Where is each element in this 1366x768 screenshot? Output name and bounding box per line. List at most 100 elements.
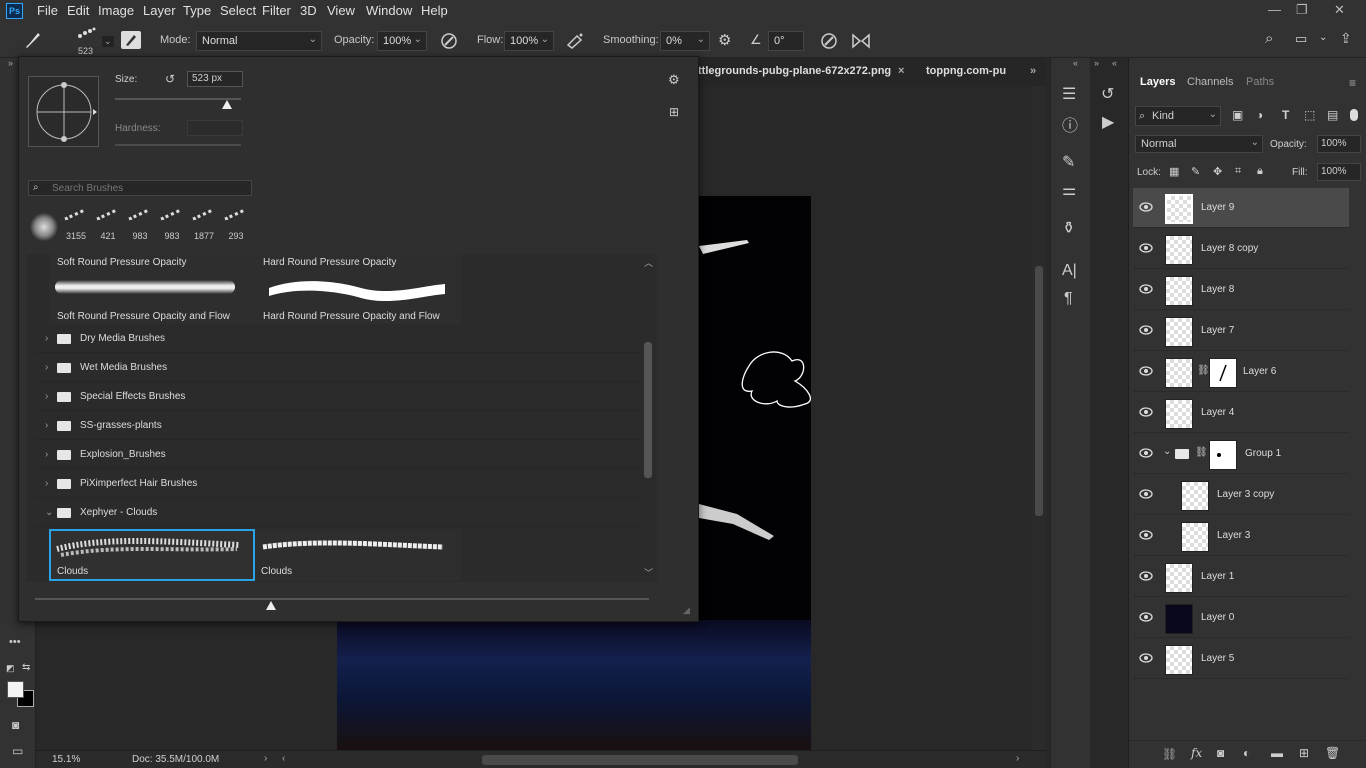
- swap-colors-icon[interactable]: ⇆: [22, 662, 30, 673]
- menu-type[interactable]: Type: [183, 3, 211, 18]
- chevron-down-icon[interactable]: ⌄: [1163, 446, 1171, 457]
- status-arrow-icon[interactable]: ›: [264, 753, 267, 764]
- recent-brush-preset[interactable]: 983: [158, 209, 186, 241]
- filter-smart-object-icon[interactable]: ▤: [1327, 108, 1338, 122]
- visibility-eye-icon[interactable]: [1139, 653, 1153, 663]
- recent-brush-preset[interactable]: 3155: [62, 209, 90, 241]
- filter-pixel-icon[interactable]: ▣: [1232, 108, 1243, 122]
- visibility-eye-icon[interactable]: [1139, 284, 1153, 294]
- brush-cell-clouds[interactable]: Clouds: [255, 529, 461, 581]
- hscroll-right-icon[interactable]: ›: [1016, 753, 1019, 764]
- brushes-panel-icon[interactable]: ⚌: [1062, 180, 1076, 200]
- reset-size-icon[interactable]: ↺: [165, 72, 175, 86]
- default-colors-icon[interactable]: ◩: [6, 663, 15, 674]
- menu-3d[interactable]: 3D: [300, 3, 317, 18]
- fill-field[interactable]: 100%: [1317, 163, 1361, 181]
- smoothing-field[interactable]: 0% ⌄: [660, 31, 710, 51]
- flow-field[interactable]: 100% ⌄: [504, 31, 554, 51]
- recent-brush-soft-round[interactable]: [30, 213, 58, 241]
- search-brushes-field[interactable]: ⌕ Search Brushes: [28, 180, 252, 196]
- restore-icon[interactable]: ❐: [1296, 2, 1308, 18]
- brush-preset-icon[interactable]: [76, 26, 98, 42]
- brush-cell-soft-round[interactable]: Soft Round Pressure Opacity Soft Round P…: [49, 254, 255, 324]
- fx-icon[interactable]: fx: [1191, 746, 1202, 760]
- adjustments-icon[interactable]: ☰: [1062, 84, 1076, 104]
- workspace-dropdown-icon[interactable]: ⌄: [1319, 32, 1327, 43]
- new-group-icon[interactable]: ▬: [1271, 746, 1283, 760]
- filter-kind-dropdown[interactable]: ⌕ Kind ⌄: [1135, 106, 1221, 126]
- size-slider-handle[interactable]: [222, 100, 232, 109]
- menu-select[interactable]: Select: [220, 3, 256, 18]
- paragraph-icon[interactable]: ¶: [1064, 290, 1073, 308]
- brush-list-scrollbar[interactable]: ︿ ﹀: [641, 254, 655, 582]
- info-icon[interactable]: ⓘ: [1062, 112, 1078, 136]
- tab-paths[interactable]: Paths: [1246, 76, 1274, 88]
- visibility-eye-icon[interactable]: [1139, 202, 1153, 212]
- hardness-input[interactable]: [187, 120, 243, 136]
- brush-cell-hard-round[interactable]: Hard Round Pressure Opacity Hard Round P…: [255, 254, 461, 324]
- brush-folder[interactable]: › Special Effects Brushes: [35, 383, 643, 411]
- brush-folder[interactable]: › SS-grasses-plants: [35, 412, 643, 440]
- mode-dropdown[interactable]: Normal ⌄: [196, 31, 322, 51]
- menu-filter[interactable]: Filter: [262, 3, 291, 18]
- layer-row[interactable]: Layer 5: [1133, 639, 1349, 679]
- collapse-icon[interactable]: »: [1094, 58, 1099, 68]
- new-layer-icon[interactable]: ⊞: [1299, 746, 1309, 760]
- layer-row[interactable]: Layer 1: [1133, 557, 1349, 597]
- opacity-field[interactable]: 100% ⌄: [377, 31, 427, 51]
- panel-menu-icon[interactable]: ≡: [1349, 76, 1356, 90]
- collapse-icon[interactable]: «: [1073, 58, 1078, 68]
- visibility-eye-icon[interactable]: [1139, 489, 1153, 499]
- vertical-scrollbar[interactable]: [1032, 86, 1046, 750]
- lock-transparent-icon[interactable]: ▦: [1169, 165, 1179, 178]
- airbrush-icon[interactable]: [565, 31, 585, 51]
- visibility-eye-icon[interactable]: [1139, 448, 1153, 458]
- filter-toggle[interactable]: [1350, 109, 1358, 121]
- scroll-down-icon[interactable]: ﹀: [644, 566, 653, 579]
- scrollbar-thumb[interactable]: [1035, 266, 1043, 516]
- actions-play-icon[interactable]: ▶: [1102, 112, 1114, 132]
- search-icon[interactable]: ⌕: [1265, 30, 1273, 47]
- new-preset-icon[interactable]: ⊞: [669, 105, 679, 119]
- layer-mask-thumbnail[interactable]: [1209, 358, 1237, 388]
- tab-channels[interactable]: Channels: [1187, 76, 1233, 88]
- menu-help[interactable]: Help: [421, 3, 448, 18]
- brush-folder[interactable]: › Explosion_Brushes: [35, 441, 643, 469]
- preview-size-handle[interactable]: [266, 601, 276, 610]
- brush-settings-icon[interactable]: ✎: [1062, 152, 1075, 172]
- menu-file[interactable]: File: [37, 3, 58, 18]
- tab-close-icon[interactable]: ×: [898, 65, 904, 77]
- resize-grip-icon[interactable]: ◢: [683, 605, 690, 616]
- pressure-size-icon[interactable]: [819, 31, 839, 51]
- scroll-up-icon[interactable]: ︿: [644, 256, 653, 269]
- tab-pubg-plane[interactable]: ttlegrounds-pubg-plane-672x272.png: [698, 65, 891, 77]
- screen-mode-icon[interactable]: ▭: [12, 744, 23, 758]
- workspace-icon[interactable]: ▭: [1295, 31, 1307, 47]
- zoom-level[interactable]: 15.1%: [52, 754, 80, 765]
- layer-row[interactable]: Layer 3: [1133, 516, 1349, 556]
- filter-shape-icon[interactable]: ⬚: [1304, 108, 1315, 122]
- collapse-icon[interactable]: »: [8, 58, 13, 68]
- tab-toppng[interactable]: toppng.com-pu: [926, 65, 1006, 77]
- link-layers-icon[interactable]: ⛓: [1162, 747, 1177, 761]
- hscroll-left-icon[interactable]: ‹: [282, 753, 285, 764]
- lock-artboard-icon[interactable]: ⌗: [1235, 165, 1241, 178]
- lock-position-icon[interactable]: ✥: [1213, 165, 1222, 178]
- brush-folder[interactable]: › Dry Media Brushes: [35, 325, 643, 353]
- layer-opacity-field[interactable]: 100%: [1317, 135, 1361, 153]
- close-icon[interactable]: ✕: [1334, 2, 1345, 18]
- menu-window[interactable]: Window: [366, 3, 412, 18]
- symmetry-icon[interactable]: [851, 31, 871, 51]
- recent-brush-preset[interactable]: 983: [126, 209, 154, 241]
- size-input[interactable]: 523 px: [187, 71, 243, 87]
- layer-row[interactable]: Layer 4: [1133, 393, 1349, 433]
- visibility-eye-icon[interactable]: [1139, 571, 1153, 581]
- horizontal-scrollbar-thumb[interactable]: [482, 755, 798, 765]
- brush-list-scroll-thumb[interactable]: [644, 342, 652, 478]
- filter-adjustment-icon[interactable]: ◑: [1256, 108, 1263, 122]
- angle-field[interactable]: 0°: [768, 31, 804, 51]
- gear-icon[interactable]: ⚙: [668, 72, 680, 88]
- add-mask-icon[interactable]: ◙: [1217, 746, 1224, 760]
- visibility-eye-icon[interactable]: [1139, 325, 1153, 335]
- recent-brush-preset[interactable]: 1877: [190, 209, 218, 241]
